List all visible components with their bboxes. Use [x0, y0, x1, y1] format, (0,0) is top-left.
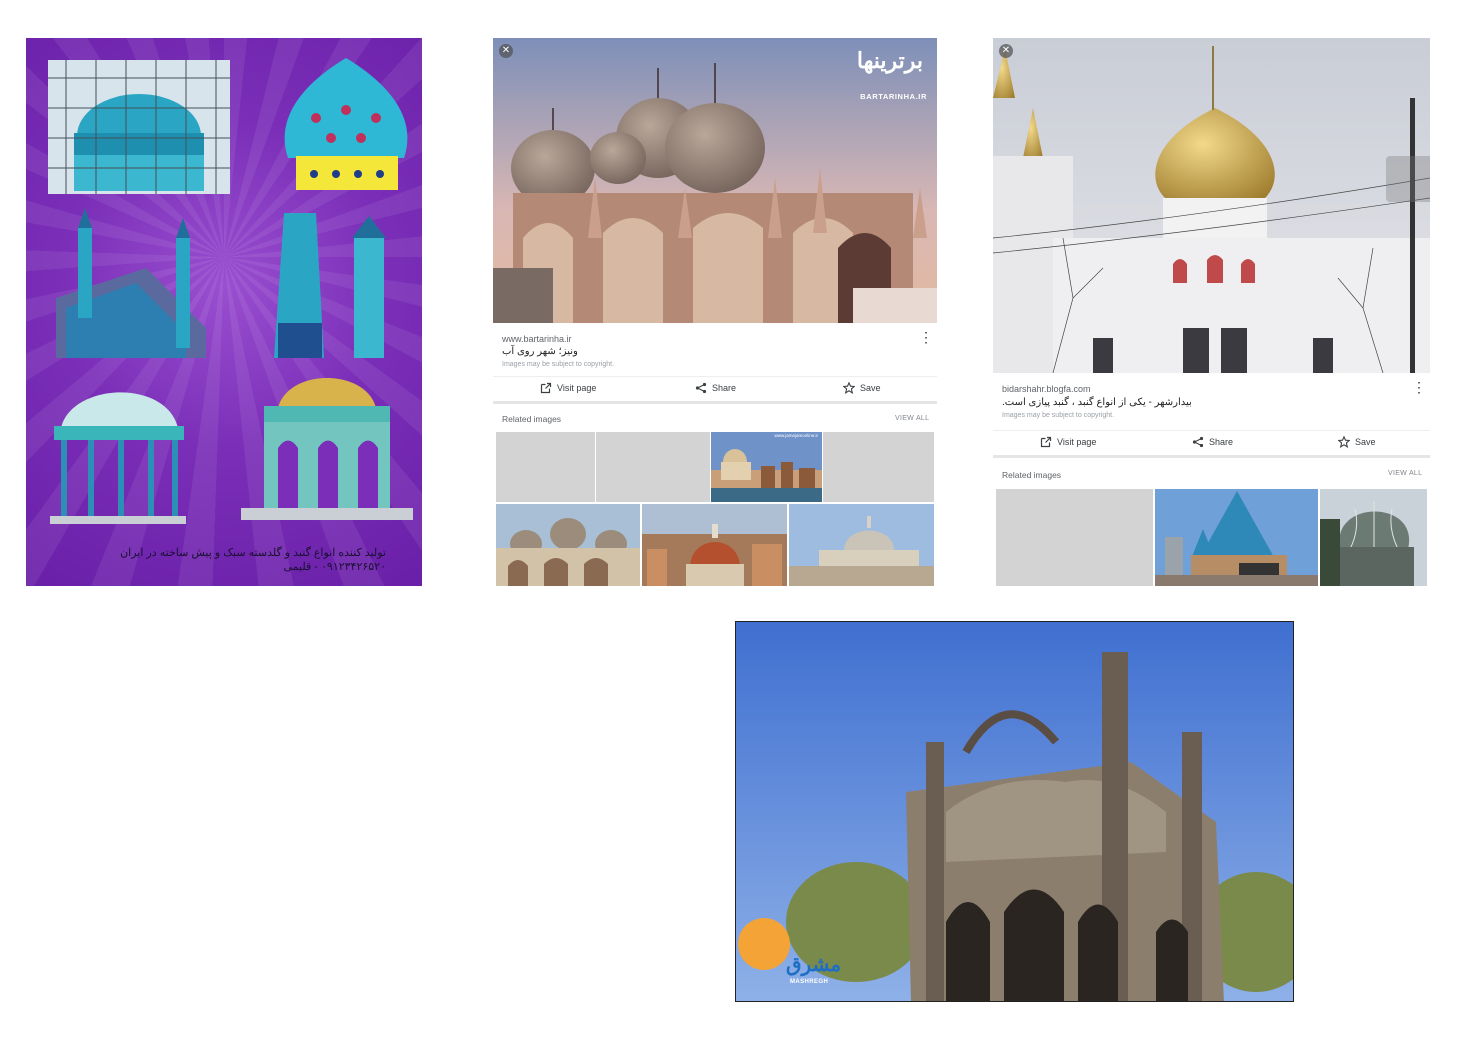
- result-title[interactable]: ونیز؛ شهر روی آب: [502, 346, 578, 357]
- dome-poster-image: تولید کننده انواع گنبد و گلدسته سبک و پی…: [26, 38, 422, 586]
- image-result-card-venice: ✕ برترینها BARTARINHA.IR www.bartarinha.…: [493, 38, 937, 586]
- copyright-notice: Images may be subject to copyright.: [502, 361, 615, 368]
- save-label: Save: [1355, 437, 1376, 447]
- gazebo-dome-illustration: [50, 392, 186, 524]
- stone-mosque-photo: مشرق MASHREGH: [735, 621, 1294, 1002]
- open-in-new-icon: [1040, 436, 1052, 448]
- st-marks-thumb-art: [496, 504, 640, 586]
- venice-basilica-photo[interactable]: ✕ برترینها BARTARINHA.IR: [493, 38, 937, 323]
- poster-illustrations: [48, 58, 413, 524]
- result-actions-bar: Visit page Share Save: [993, 430, 1430, 458]
- copyright-notice: Images may be subject to copyright.: [1002, 412, 1115, 419]
- related-thumb-st-peters[interactable]: [789, 504, 934, 586]
- mashregh-logo-subtext: MASHREGH: [790, 979, 829, 985]
- mashregh-logo-text: مشرق: [786, 954, 842, 976]
- thumb-watermark-text: www.jamejamonline.ir: [774, 433, 818, 438]
- st-peters-thumb-art: [789, 504, 934, 586]
- result-domain[interactable]: bidarshahr.blogfa.com: [1002, 384, 1091, 394]
- related-thumb-placeholder[interactable]: [996, 489, 1153, 586]
- close-icon[interactable]: ✕: [499, 44, 513, 58]
- next-image-arrow[interactable]: [1386, 156, 1430, 202]
- venice-photo-art: [493, 38, 937, 323]
- star-icon: [1338, 436, 1350, 448]
- share-icon: [1192, 436, 1204, 448]
- save-button[interactable]: Save: [1338, 436, 1376, 448]
- share-button[interactable]: Share: [1192, 436, 1233, 448]
- minaret-towers-illustration: [274, 213, 386, 358]
- close-icon[interactable]: ✕: [999, 44, 1013, 58]
- related-thumb-grand-canal[interactable]: www.jamejamonline.ir: [711, 432, 822, 502]
- share-label: Share: [712, 383, 737, 393]
- open-in-new-icon: [540, 382, 552, 394]
- result-domain[interactable]: www.bartarinha.ir: [502, 334, 572, 344]
- visit-page-label: Visit page: [557, 383, 597, 393]
- bartarinha-watermark-url: BARTARINHA.IR: [860, 92, 927, 101]
- poster-caption-line1: تولید کننده انواع گنبد و گلدسته سبک و پی…: [120, 547, 386, 559]
- share-label: Share: [1209, 437, 1234, 447]
- more-vert-icon[interactable]: ⋮: [919, 330, 933, 344]
- related-thumb-st-marks[interactable]: [496, 504, 640, 586]
- visit-page-button[interactable]: Visit page: [1040, 436, 1096, 448]
- lattice-dome-thumb-art: [1320, 489, 1427, 586]
- visit-page-label: Visit page: [1057, 437, 1097, 447]
- florence-thumb-art: [642, 504, 787, 586]
- mosque-photo-art: [736, 622, 1293, 1001]
- grand-canal-thumb-art: [711, 432, 822, 502]
- conical-domes-thumb-art: [1155, 489, 1318, 586]
- more-vert-icon[interactable]: ⋮: [1412, 380, 1426, 394]
- mashregh-logo-icon: [738, 918, 790, 970]
- related-thumb-lattice-dome[interactable]: [1320, 489, 1427, 586]
- poster-caption-line2: ۰۹۱۲۳۴۲۶۵۲۰ - قلیمی: [283, 561, 386, 573]
- bartarinha-watermark-logo: برترینها: [856, 48, 923, 73]
- church-photo-art: [993, 38, 1430, 373]
- golden-gazebo-illustration: [241, 378, 413, 520]
- minaret-mosque-illustration: [56, 208, 206, 358]
- related-thumb-florence-duomo[interactable]: [642, 504, 787, 586]
- view-all-link[interactable]: VIEW ALL: [1388, 470, 1422, 477]
- save-button[interactable]: Save: [843, 382, 881, 394]
- onion-dome-church-photo[interactable]: ✕: [993, 38, 1430, 373]
- image-result-card-onion-dome: ✕ bidarshahr.blogfa.com بیدارشهر - یکی ا…: [993, 38, 1430, 586]
- scaffold-dome-illustration: [48, 60, 230, 194]
- related-images-heading: Related images: [1002, 470, 1062, 480]
- result-title[interactable]: بیدارشهر - یکی از انواع گنبد ، گنبد پیاز…: [1002, 397, 1192, 408]
- related-thumb-conical-domes[interactable]: [1155, 489, 1318, 586]
- related-thumb-placeholder[interactable]: [596, 432, 710, 502]
- related-images-heading: Related images: [502, 414, 562, 424]
- star-icon: [843, 382, 855, 394]
- share-button[interactable]: Share: [695, 382, 736, 394]
- result-actions-bar: Visit page Share Save: [493, 376, 937, 404]
- visit-page-button[interactable]: Visit page: [540, 382, 596, 394]
- related-thumb-placeholder[interactable]: [496, 432, 595, 502]
- view-all-link[interactable]: VIEW ALL: [895, 415, 929, 422]
- share-icon: [695, 382, 707, 394]
- onion-dome-illustration: [284, 58, 408, 190]
- save-label: Save: [860, 383, 881, 393]
- related-thumb-placeholder[interactable]: [823, 432, 934, 502]
